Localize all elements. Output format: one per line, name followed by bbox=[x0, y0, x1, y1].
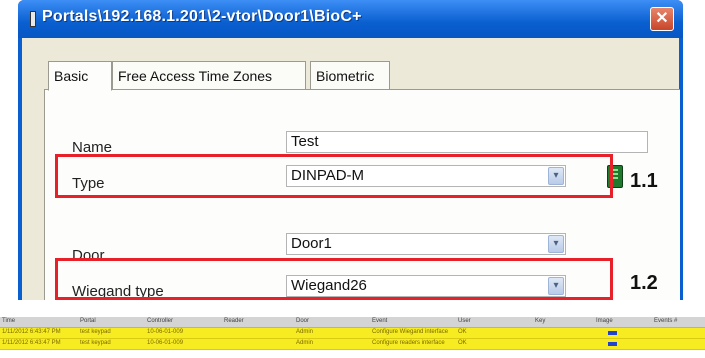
column-header[interactable]: Portal bbox=[80, 318, 96, 324]
window-title: Portals\192.168.1.201\2-vtor\Door1\BioC+ bbox=[42, 8, 362, 25]
image-icon[interactable] bbox=[608, 331, 617, 335]
column-header[interactable]: Image bbox=[596, 318, 613, 324]
grid-header-row: Time Portal Controller Reader Door Event… bbox=[0, 317, 705, 328]
tab-basic[interactable]: Basic bbox=[48, 61, 112, 91]
column-header[interactable]: User bbox=[458, 318, 471, 324]
controller-cell: 10-06-01-009 bbox=[147, 340, 184, 346]
column-header[interactable]: Key bbox=[535, 318, 545, 324]
title-bar[interactable]: Portals\192.168.1.201\2-vtor\Door1\BioC+… bbox=[18, 0, 683, 38]
door-cell: Admin bbox=[296, 340, 314, 346]
time-cell: 1/11/2012 6:43:47 PM bbox=[2, 329, 61, 335]
event-cell: Configure readers interface bbox=[372, 340, 445, 346]
door-select[interactable]: Door1 ▾ bbox=[286, 233, 566, 255]
portal-cell: test keypad bbox=[80, 329, 111, 335]
type-highlight-box bbox=[55, 154, 613, 198]
chevron-down-icon[interactable]: ▾ bbox=[548, 235, 564, 253]
column-header[interactable]: Event bbox=[372, 318, 387, 324]
portal-settings-window: Portals\192.168.1.201\2-vtor\Door1\BioC+… bbox=[18, 0, 683, 300]
tab-biometric[interactable]: Biometric bbox=[310, 61, 390, 89]
column-header[interactable]: Door bbox=[296, 318, 309, 324]
tab-free-access-time-zones[interactable]: Free Access Time Zones bbox=[112, 61, 306, 89]
column-header[interactable]: Events # bbox=[654, 318, 677, 324]
event-cell: Configure Wiegand interface bbox=[372, 329, 449, 335]
user-cell: OK bbox=[458, 329, 467, 335]
image-icon[interactable] bbox=[608, 342, 617, 346]
window-icon bbox=[30, 11, 36, 27]
wiegand-highlight-box bbox=[55, 258, 613, 300]
time-cell: 1/11/2012 6:43:47 PM bbox=[2, 340, 61, 346]
door-select-value: Door1 bbox=[291, 235, 332, 252]
callout-1-2: 1.2 bbox=[630, 272, 658, 294]
table-row[interactable]: 1/11/2012 6:43:47 PM test keypad 10-06-0… bbox=[0, 339, 705, 350]
column-header[interactable]: Reader bbox=[224, 318, 244, 324]
door-cell: Admin bbox=[296, 329, 314, 335]
column-header[interactable]: Controller bbox=[147, 318, 173, 324]
controller-cell: 10-06-01-009 bbox=[147, 329, 184, 335]
user-cell: OK bbox=[458, 340, 467, 346]
table-row[interactable]: 1/11/2012 6:43:47 PM test keypad 10-06-0… bbox=[0, 328, 705, 339]
column-header[interactable]: Time bbox=[2, 318, 15, 324]
close-button[interactable]: ✕ bbox=[650, 7, 674, 31]
portal-cell: test keypad bbox=[80, 340, 111, 346]
callout-1-1: 1.1 bbox=[630, 170, 658, 192]
name-field[interactable]: Test bbox=[286, 131, 648, 153]
